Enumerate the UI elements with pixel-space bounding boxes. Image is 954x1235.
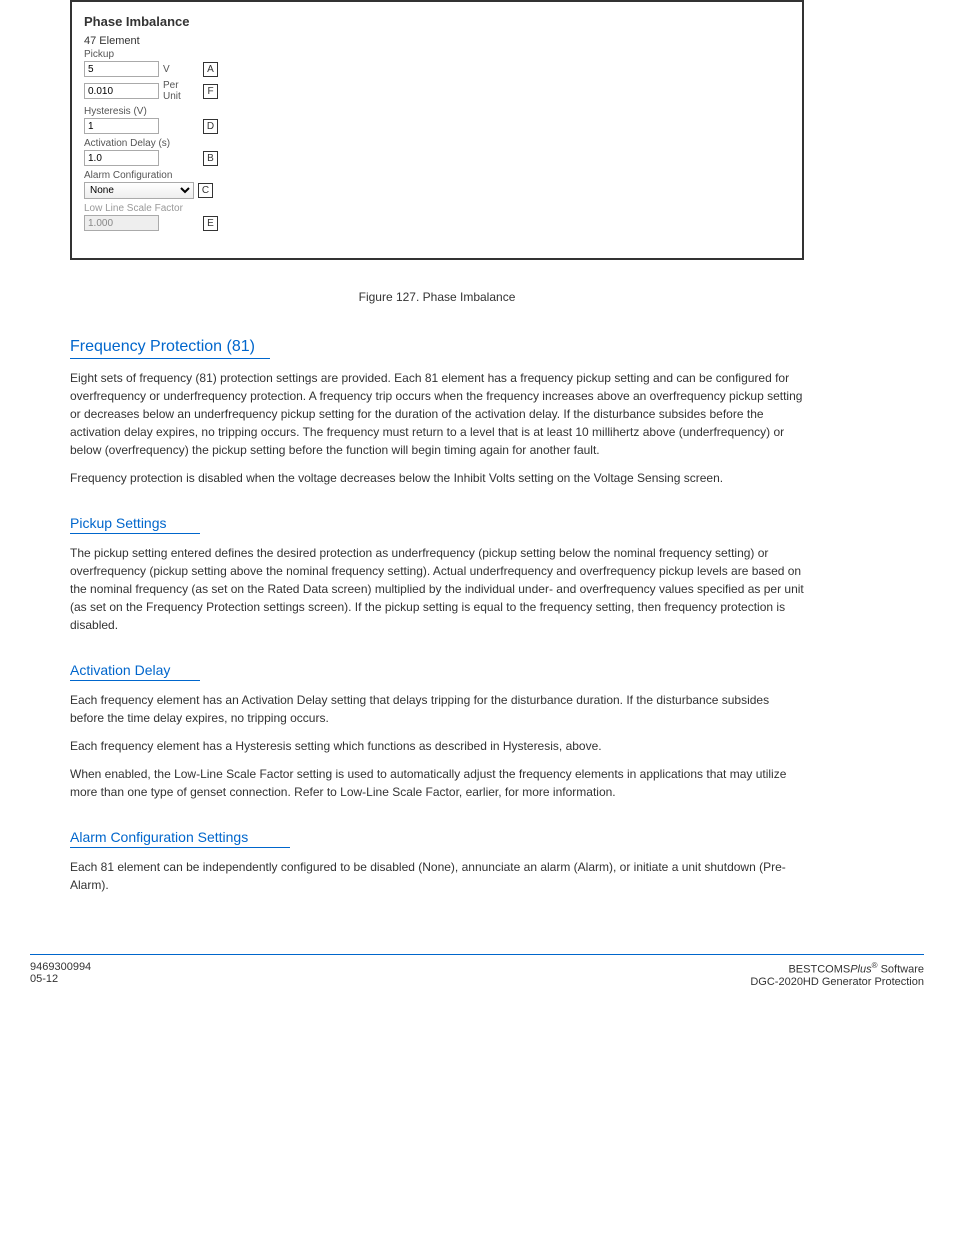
hysteresis-label: Hysteresis (V) — [84, 106, 239, 117]
footer-date: 05-12 — [30, 973, 91, 985]
hysteresis-input[interactable] — [84, 118, 159, 134]
panel-title: Phase Imbalance — [84, 14, 790, 29]
fieldset-47-element: 47 Element Pickup V A Per Unit F Hystere… — [84, 35, 239, 231]
footer-title: DGC-2020HD Generator Protection — [750, 976, 924, 988]
low-line-label: Low Line Scale Factor — [84, 203, 239, 214]
page-footer: 9469300994 05-12 BESTCOMSPlus® Software … — [30, 954, 924, 988]
freq-para-1: Eight sets of frequency (81) protection … — [70, 369, 804, 459]
heading-activation-delay: Activation Delay — [70, 662, 200, 681]
low-line-input — [84, 215, 159, 231]
activation-delay-group: Activation Delay (s) B — [84, 138, 239, 166]
alarm-config-label: Alarm Configuration — [84, 170, 239, 181]
pickup-group: Pickup V A Per Unit F — [84, 49, 239, 102]
hysteresis-group: Hysteresis (V) D — [84, 106, 239, 134]
alarm-para-1: Each 81 element can be independently con… — [70, 858, 804, 894]
pickup-label: Pickup — [84, 49, 239, 60]
heading-pickup-settings: Pickup Settings — [70, 515, 200, 534]
callout-letter-d: D — [203, 119, 218, 134]
pickup-v-input[interactable] — [84, 61, 159, 77]
registered-mark: ® — [872, 961, 878, 970]
footer-doc-number: 9469300994 — [30, 961, 91, 973]
activation-delay-label: Activation Delay (s) — [84, 138, 239, 149]
alarm-config-select[interactable]: None — [84, 182, 194, 199]
pickup-v-unit: V — [163, 64, 199, 75]
pickup-pu-input[interactable] — [84, 83, 159, 99]
footer-right: BESTCOMSPlus® Software DGC-2020HD Genera… — [750, 961, 924, 988]
pickup-para-1: The pickup setting entered defines the d… — [70, 544, 804, 634]
low-line-group: Low Line Scale Factor E — [84, 203, 239, 231]
footer-product: Software — [881, 964, 924, 976]
freq-para-2: Frequency protection is disabled when th… — [70, 469, 804, 487]
alarm-config-group: Alarm Configuration None C — [84, 170, 239, 199]
callout-letter-e: E — [203, 216, 218, 231]
heading-frequency-protection: Frequency Protection (81) — [70, 338, 270, 359]
phase-imbalance-panel: Phase Imbalance 47 Element Pickup V A Pe… — [70, 0, 804, 260]
figure-caption: Figure 127. Phase Imbalance — [70, 290, 804, 304]
actdelay-para-3: When enabled, the Low-Line Scale Factor … — [70, 765, 804, 801]
footer-left: 9469300994 05-12 — [30, 961, 91, 988]
callout-letter-f: F — [203, 84, 218, 99]
heading-alarm-config: Alarm Configuration Settings — [70, 829, 290, 848]
fieldset-label: 47 Element — [84, 35, 239, 47]
callout-letter-b: B — [203, 151, 218, 166]
callout-letter-c: C — [198, 183, 213, 198]
callout-letter-a: A — [203, 62, 218, 77]
actdelay-para-2: Each frequency element has a Hysteresis … — [70, 737, 804, 755]
pickup-pu-unit: Per Unit — [163, 80, 199, 102]
activation-delay-input[interactable] — [84, 150, 159, 166]
actdelay-para-1: Each frequency element has an Activation… — [70, 691, 804, 727]
